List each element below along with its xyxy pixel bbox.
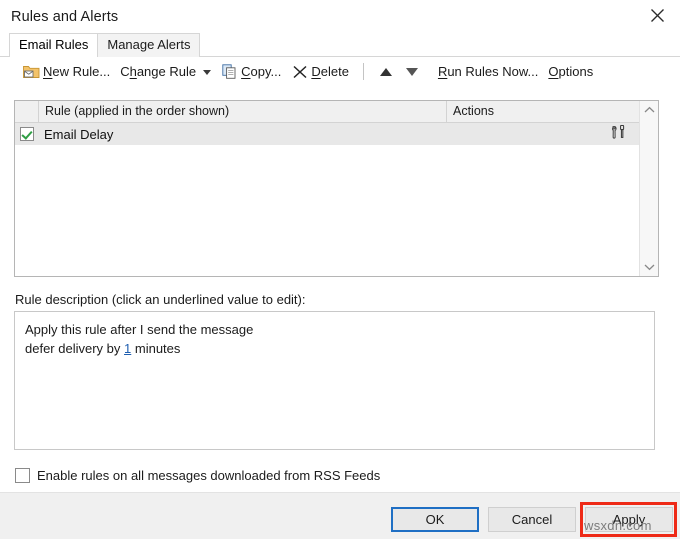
options-button[interactable]: Options xyxy=(543,60,598,84)
new-rule-folder-mail-icon xyxy=(23,63,40,80)
column-header-rule[interactable]: Rule (applied in the order shown) xyxy=(39,101,447,122)
ok-button[interactable]: OK xyxy=(391,507,479,532)
chevron-up-icon[interactable] xyxy=(640,101,658,119)
change-rule-label: Change Rule xyxy=(120,64,196,79)
copy-label: Copy... xyxy=(241,64,281,79)
tab-email-rules-label: Email Rules xyxy=(19,37,88,52)
new-rule-button[interactable]: New Rule... xyxy=(18,60,115,84)
delete-button[interactable]: Delete xyxy=(286,60,354,84)
scrollbar-track[interactable] xyxy=(640,119,658,258)
arrow-down-icon xyxy=(406,68,418,76)
tools-icon xyxy=(610,124,627,144)
options-label: Options xyxy=(548,64,593,79)
arrow-up-icon xyxy=(380,68,392,76)
copy-button[interactable]: Copy... xyxy=(216,60,286,84)
copy-pages-icon xyxy=(221,63,238,80)
rules-toolbar: New Rule... Change Rule Copy... xyxy=(0,57,680,86)
column-header-check xyxy=(15,101,39,122)
new-rule-label: New Rule... xyxy=(43,64,110,79)
rule-description-label: Rule description (click an underlined va… xyxy=(15,292,306,307)
rss-feeds-checkbox[interactable] xyxy=(15,468,30,483)
run-rules-now-label: Run Rules Now... xyxy=(438,64,538,79)
rule-enabled-checkbox[interactable] xyxy=(20,127,34,141)
page-title: Rules and Alerts xyxy=(11,9,118,25)
rule-description-line-1: Apply this rule after I send the message xyxy=(25,320,644,339)
defer-prefix: defer delivery by xyxy=(25,341,120,356)
tab-email-rules[interactable]: Email Rules xyxy=(9,33,98,57)
tab-manage-alerts-label: Manage Alerts xyxy=(107,37,190,52)
table-row[interactable]: Email Delay xyxy=(15,123,639,145)
run-rules-now-button[interactable]: Run Rules Now... xyxy=(433,60,543,84)
tab-strip: Email Rules Manage Alerts xyxy=(0,33,680,57)
apply-button[interactable]: Apply xyxy=(585,507,673,532)
rule-name-cell: Email Delay xyxy=(38,127,441,142)
toolbar-separator xyxy=(363,63,364,80)
column-header-actions[interactable]: Actions xyxy=(447,101,639,122)
rules-list-scrollbar[interactable] xyxy=(639,101,658,276)
rules-list-body: Email Delay xyxy=(15,123,639,276)
rules-list-main: Rule (applied in the order shown) Action… xyxy=(15,101,639,276)
close-icon[interactable] xyxy=(634,0,680,31)
chevron-down-icon xyxy=(203,70,211,75)
rss-feeds-label: Enable rules on all messages downloaded … xyxy=(37,468,380,483)
rules-and-alerts-dialog: Rules and Alerts Email Rules Manage Aler… xyxy=(0,0,680,539)
move-down-button[interactable] xyxy=(399,61,425,83)
rules-list: Rule (applied in the order shown) Action… xyxy=(14,100,659,277)
delete-x-icon xyxy=(291,63,308,80)
move-up-button[interactable] xyxy=(373,61,399,83)
rule-enabled-checkbox-cell xyxy=(15,127,38,141)
rss-feeds-option[interactable]: Enable rules on all messages downloaded … xyxy=(15,468,380,483)
chevron-down-icon[interactable] xyxy=(640,258,658,276)
defer-suffix: minutes xyxy=(135,341,181,356)
rules-list-header: Rule (applied in the order shown) Action… xyxy=(15,101,639,123)
tab-manage-alerts[interactable]: Manage Alerts xyxy=(97,33,200,57)
rule-actions-cell xyxy=(441,124,639,144)
cancel-button[interactable]: Cancel xyxy=(488,507,576,532)
defer-minutes-link[interactable]: 1 xyxy=(124,341,131,356)
change-rule-button[interactable]: Change Rule xyxy=(115,60,216,84)
dialog-footer xyxy=(0,492,680,539)
rule-description-line-2: defer delivery by 1 minutes xyxy=(25,339,644,358)
title-bar: Rules and Alerts xyxy=(0,0,680,33)
delete-label: Delete xyxy=(311,64,349,79)
rule-description-box[interactable]: Apply this rule after I send the message… xyxy=(14,311,655,450)
